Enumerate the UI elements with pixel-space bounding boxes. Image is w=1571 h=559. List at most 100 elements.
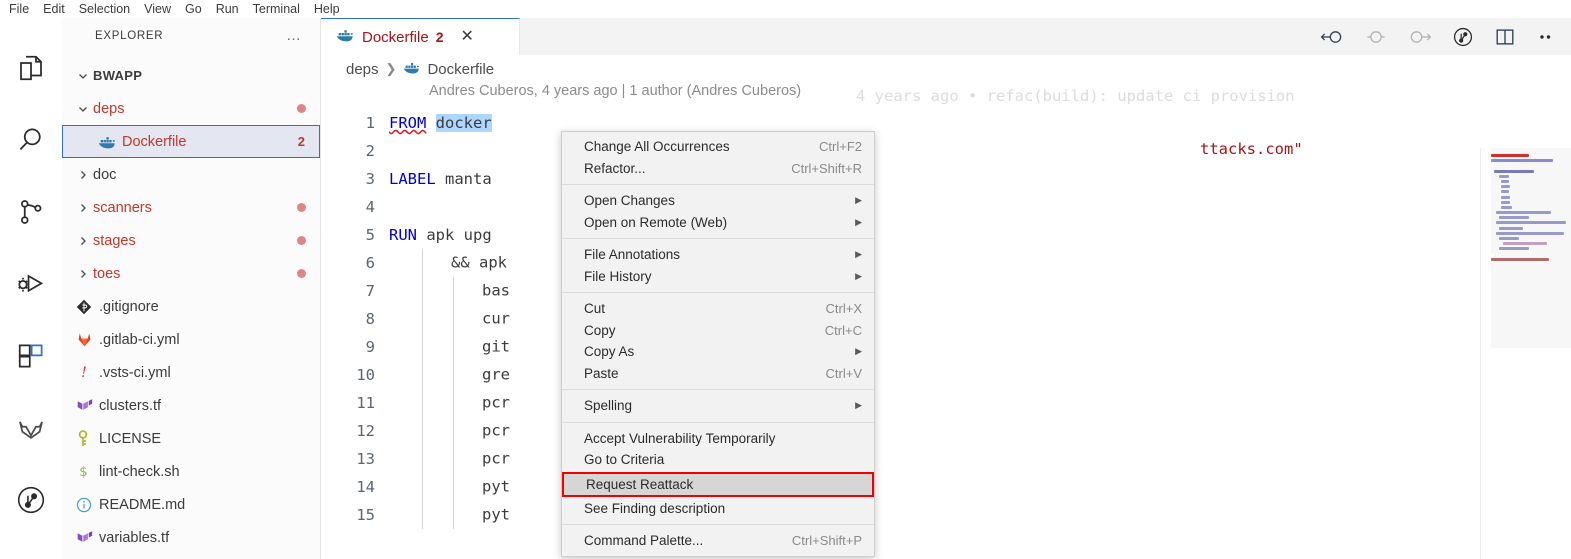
tree-file-readme-md[interactable]: README.md [62,488,320,521]
line-content: pyt [389,473,510,501]
context-menu-item-file-annotations[interactable]: File Annotations ▶ [562,244,874,266]
context-menu-item-open-on-remote-web[interactable]: Open on Remote (Web) ▶ [562,212,874,234]
info-icon [73,497,95,513]
tree-file-variables-tf[interactable]: variables.tf [62,521,320,554]
breadcrumb-item-folder[interactable]: deps [346,61,379,78]
tree-file-gitlab-ci-yml[interactable]: .gitlab-ci.yml [62,323,320,356]
split-editor-icon[interactable] [1493,26,1517,48]
context-menu-item-cut[interactable]: Cut Ctrl+X [562,298,874,320]
chevron-right-icon[interactable] [73,235,93,247]
menu-run[interactable]: Run [209,0,246,18]
tab-dockerfile[interactable]: Dockerfile 2 ✕ [321,18,520,55]
tree-file-clusters-tf[interactable]: clusters.tf [62,389,320,422]
context-menu-item-open-changes[interactable]: Open Changes ▶ [562,190,874,212]
file-history-icon[interactable] [1451,26,1475,48]
code-line[interactable]: 8 cur [321,305,1571,333]
previous-change-icon[interactable] [1319,28,1345,46]
context-menu-item-go-to-criteria[interactable]: Go to Criteria [562,449,874,471]
chevron-right-icon[interactable] [73,169,93,181]
code-line[interactable]: 1 FROM docker [321,109,1571,137]
code-line[interactable]: 12 pcr [321,417,1571,445]
breadcrumb-item-file[interactable]: Dockerfile [403,60,494,79]
context-menu-item-paste[interactable]: Paste Ctrl+V [562,363,874,385]
line-number: 7 [365,282,375,300]
menu-edit[interactable]: Edit [36,0,72,18]
tree-folder-deps[interactable]: deps [62,92,320,125]
tree-file-vsts-ci-yml[interactable]: ! .vsts-ci.yml [62,356,320,389]
code-line[interactable]: 6 && apk [321,249,1571,277]
chevron-down-icon[interactable] [73,70,93,82]
tree-folder-scanners[interactable]: scanners [62,191,320,224]
chevron-right-icon[interactable] [73,202,93,214]
tree-item-label: .gitlab-ci.yml [99,331,180,348]
code-line[interactable]: 15 pyt [321,501,1571,529]
code-token: manta [445,170,492,188]
explorer-sidebar: EXPLORER … BWAPP deps Dockerfile 2 doc scanne… [62,18,321,559]
code-line[interactable]: 5 RUN apk upg [321,221,1571,249]
menu-view[interactable]: View [137,0,178,18]
context-menu-item-see-finding-description[interactable]: See Finding description [562,498,874,520]
tree-folder-stages[interactable]: stages [62,224,320,257]
context-menu-item-request-reattack[interactable]: Request Reattack [562,471,874,497]
context-menu-item-refactor[interactable]: Refactor... Ctrl+Shift+R [562,158,874,180]
code-line[interactable]: 9 git [321,333,1571,361]
extensions-icon[interactable] [0,320,62,392]
chevron-down-icon[interactable] [73,103,93,115]
code-line[interactable]: 2 [321,137,1571,165]
error-dot-indicator [297,203,306,212]
tree-root-bwapp[interactable]: BWAPP [62,59,320,92]
file-tree: BWAPP deps Dockerfile 2 doc scanners stages toe… [62,53,320,554]
sidebar-more-actions-icon[interactable]: … [286,28,302,43]
gitlab-icon[interactable] [0,392,62,464]
editor-area: Dockerfile 2 ✕ deps ❯ Dockerfile Andres … [321,18,1571,559]
tree-folder-doc[interactable]: doc [62,158,320,191]
chevron-right-icon[interactable] [73,268,93,280]
line-content: bas [389,277,510,305]
menu-selection[interactable]: Selection [72,0,137,18]
tree-root-label: BWAPP [93,68,143,83]
context-menu-item-accept-vulnerability-temporarily[interactable]: Accept Vulnerability Temporarily [562,428,874,450]
menu-terminal[interactable]: Terminal [246,0,307,18]
git-graph-icon[interactable] [0,464,62,536]
context-menu-item-file-history[interactable]: File History ▶ [562,266,874,288]
tree-file-lint-check-sh[interactable]: $ lint-check.sh [62,455,320,488]
code-line[interactable]: 7 bas [321,277,1571,305]
run-and-debug-icon[interactable] [0,248,62,320]
code-editor[interactable]: Andres Cuberos, 4 years ago | 1 author (… [321,83,1571,559]
minimap[interactable] [1480,148,1571,559]
search-icon[interactable] [0,104,62,176]
tree-item-label: .gitignore [99,298,159,315]
source-control-icon[interactable] [0,176,62,248]
context-menu-item-copy-as[interactable]: Copy As ▶ [562,341,874,363]
code-line[interactable]: 10 gre [321,361,1571,389]
menu-file[interactable]: File [2,0,36,18]
menu-go[interactable]: Go [178,0,209,18]
context-menu[interactable]: Change All Occurrences Ctrl+F2 Refactor...… [561,131,875,557]
context-menu-item-command-palette[interactable]: Command Palette... Ctrl+Shift+P [562,530,874,552]
next-change-icon[interactable] [1407,28,1433,46]
code-line[interactable]: 14 pyt [321,473,1571,501]
tree-file-dockerfile[interactable]: Dockerfile 2 [62,125,320,158]
tree-file-license[interactable]: LICENSE [62,422,320,455]
context-menu-item-change-all-occurrences[interactable]: Change All Occurrences Ctrl+F2 [562,136,874,158]
code-line[interactable]: 3 LABEL manta [321,165,1571,193]
context-menu-item-spelling[interactable]: Spelling ▶ [562,395,874,417]
context-menu-item-copy[interactable]: Copy Ctrl+C [562,320,874,342]
tree-file-gitignore[interactable]: .gitignore [62,290,320,323]
line-number: 2 [365,142,375,160]
close-icon[interactable]: ✕ [458,29,475,45]
menu-separator [562,238,874,239]
code-token: pcr [482,449,510,468]
explorer-icon[interactable] [0,32,62,104]
tree-folder-toes[interactable]: toes [62,257,320,290]
indent-guide [422,473,423,501]
change-marker-icon[interactable] [1363,28,1389,46]
menu-help[interactable]: Help [307,0,347,18]
code-line[interactable]: 13 pcr [321,445,1571,473]
tree-item-label: variables.tf [99,529,170,546]
menu-item-label: Cut [584,301,606,317]
more-actions-icon[interactable] [1535,27,1557,47]
code-line[interactable]: 4 [321,193,1571,221]
code-line[interactable]: 11 pcr [321,389,1571,417]
